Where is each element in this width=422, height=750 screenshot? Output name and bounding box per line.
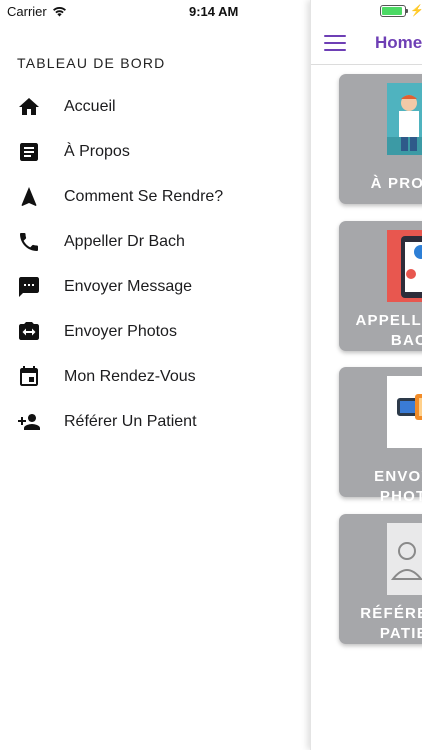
card-label: RÉFÉRER UN PATIENT bbox=[339, 604, 422, 644]
carrier-label: Carrier bbox=[7, 4, 47, 19]
battery-tip bbox=[406, 9, 408, 13]
menu-item-label: À Propos bbox=[64, 143, 130, 160]
menu-item-a-propos[interactable]: À Propos bbox=[0, 130, 310, 175]
menu-item-comment-se-rendre[interactable]: Comment Se Rendre? bbox=[0, 175, 310, 220]
battery-indicator bbox=[380, 5, 406, 17]
card-envoyer-photos[interactable]: ENVOYER PHOTOS bbox=[339, 367, 422, 505]
card-label-line: APPELLER DR bbox=[355, 312, 422, 329]
drawer-title: TABLEAU DE BORD bbox=[17, 55, 166, 71]
card-label-line: RÉFÉRER UN bbox=[360, 605, 422, 622]
article-icon bbox=[17, 140, 41, 164]
person-add-icon bbox=[17, 410, 41, 434]
menu-item-mon-rendez-vous[interactable]: Mon Rendez-Vous bbox=[0, 355, 310, 400]
home-icon bbox=[17, 95, 41, 119]
menu-item-label: Appeller Dr Bach bbox=[64, 233, 185, 250]
card-appeller-dr-bach[interactable]: APPELLER DR BACH bbox=[339, 221, 422, 351]
menu-item-label: Mon Rendez-Vous bbox=[64, 368, 196, 385]
card-label-line: BACH bbox=[390, 332, 422, 349]
header-divider bbox=[311, 64, 422, 65]
menu-item-label: Envoyer Photos bbox=[64, 323, 177, 340]
menu-item-envoyer-message[interactable]: Envoyer Message bbox=[0, 265, 310, 310]
wifi-icon bbox=[52, 4, 67, 22]
status-bar: Carrier 9:14 AM ⚡ bbox=[0, 0, 422, 22]
menu-item-referer-patient[interactable]: Référer Un Patient bbox=[0, 400, 310, 445]
hamburger-icon[interactable] bbox=[324, 35, 346, 51]
refer-patient-illustration-image bbox=[387, 523, 422, 595]
message-icon bbox=[17, 275, 41, 299]
battery-fill bbox=[382, 7, 402, 15]
doctor-illustration-image bbox=[387, 83, 422, 155]
drawer-menu: Accueil À Propos Comment Se Rendre? Appe… bbox=[0, 85, 310, 445]
card-a-propos[interactable]: À PROPOS bbox=[339, 74, 422, 204]
navigation-icon bbox=[17, 185, 41, 209]
calendar-icon bbox=[17, 365, 41, 389]
menu-item-label: Comment Se Rendre? bbox=[64, 188, 224, 205]
card-label: ENVOYER PHOTOS bbox=[374, 468, 422, 505]
phone-call-illustration-image bbox=[387, 230, 422, 302]
card-label: APPELLER DR BACH bbox=[339, 311, 422, 351]
card-referer-patient[interactable]: RÉFÉRER UN PATIENT bbox=[339, 514, 422, 644]
card-label-line: PATIENT bbox=[379, 625, 422, 642]
camera-switch-icon bbox=[17, 320, 41, 344]
home-screen: Home À PROPOS bbox=[310, 0, 422, 750]
menu-item-appeller[interactable]: Appeller Dr Bach bbox=[0, 220, 310, 265]
status-time: 9:14 AM bbox=[189, 4, 239, 19]
card-label: À PROPOS bbox=[370, 175, 422, 192]
menu-item-envoyer-photos[interactable]: Envoyer Photos bbox=[0, 310, 310, 355]
menu-item-accueil[interactable]: Accueil bbox=[0, 85, 310, 130]
navigation-drawer: TABLEAU DE BORD Accueil À Propos Comment… bbox=[0, 0, 310, 750]
menu-item-label: Envoyer Message bbox=[64, 278, 193, 295]
menu-item-label: Accueil bbox=[64, 98, 116, 115]
photo-send-illustration-image bbox=[387, 376, 422, 448]
phone-icon bbox=[17, 230, 41, 254]
page-title: Home bbox=[375, 33, 422, 52]
menu-item-label: Référer Un Patient bbox=[64, 413, 197, 430]
bolt-icon: ⚡ bbox=[410, 5, 422, 17]
